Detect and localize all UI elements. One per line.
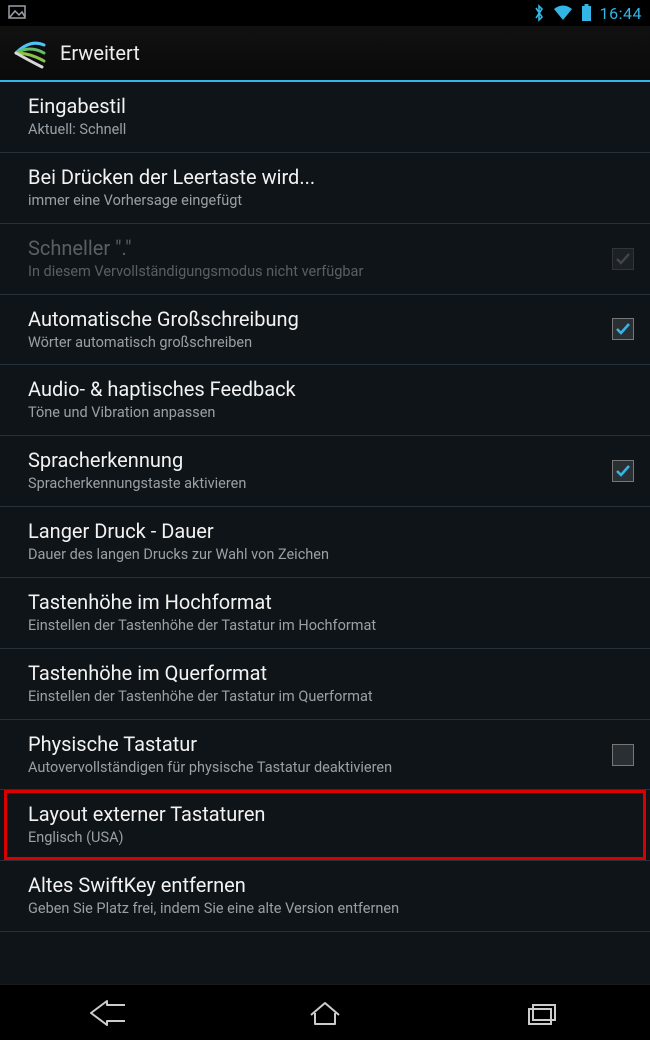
item-physische-tastatur[interactable]: Physische Tastatur Autovervollständigen … bbox=[0, 720, 650, 791]
gallery-notification-icon bbox=[8, 5, 26, 21]
item-title: Schneller "." bbox=[28, 236, 602, 261]
battery-icon bbox=[581, 4, 592, 22]
item-layout-externe-tastaturen[interactable]: Layout externer Tastaturen Englisch (USA… bbox=[0, 790, 650, 861]
item-title: Audio- & haptisches Feedback bbox=[28, 377, 634, 402]
page-title: Erweitert bbox=[60, 41, 140, 65]
item-subtitle: Englisch (USA) bbox=[28, 829, 634, 848]
settings-list: Eingabestil Aktuell: Schnell Bei Drücken… bbox=[0, 82, 650, 984]
item-title: Spracherkennung bbox=[28, 448, 602, 473]
item-subtitle: Aktuell: Schnell bbox=[28, 121, 634, 140]
checkbox-auto-gross[interactable] bbox=[612, 318, 634, 340]
item-spracherkennung[interactable]: Spracherkennung Spracherkennungstaste ak… bbox=[0, 436, 650, 507]
item-subtitle: Dauer des langen Drucks zur Wahl von Zei… bbox=[28, 546, 634, 565]
item-subtitle: In diesem Vervollständigungsmodus nicht … bbox=[28, 263, 602, 282]
nav-home-button[interactable] bbox=[285, 993, 365, 1033]
wifi-icon bbox=[553, 5, 573, 21]
item-altes-swiftkey[interactable]: Altes SwiftKey entfernen Geben Sie Platz… bbox=[0, 861, 650, 932]
item-title: Automatische Großschreibung bbox=[28, 307, 602, 332]
item-subtitle: Wörter automatisch großschreiben bbox=[28, 334, 602, 353]
item-subtitle: immer eine Vorhersage eingefügt bbox=[28, 192, 634, 211]
item-title: Altes SwiftKey entfernen bbox=[28, 873, 634, 898]
item-tastenhoehe-hoch[interactable]: Tastenhöhe im Hochformat Einstellen der … bbox=[0, 578, 650, 649]
navigation-bar bbox=[0, 984, 650, 1040]
item-auto-grossschreibung[interactable]: Automatische Großschreibung Wörter autom… bbox=[0, 295, 650, 366]
item-subtitle: Einstellen der Tastenhöhe der Tastatur i… bbox=[28, 688, 634, 707]
item-tastenhoehe-quer[interactable]: Tastenhöhe im Querformat Einstellen der … bbox=[0, 649, 650, 720]
checkbox-schneller-punkt bbox=[612, 248, 634, 270]
item-subtitle: Einstellen der Tastenhöhe der Tastatur i… bbox=[28, 617, 634, 636]
swiftkey-app-icon bbox=[12, 35, 48, 71]
status-clock: 16:44 bbox=[600, 4, 642, 23]
checkbox-physische-tastatur[interactable] bbox=[612, 744, 634, 766]
item-subtitle: Geben Sie Platz frei, indem Sie eine alt… bbox=[28, 900, 634, 919]
nav-back-button[interactable] bbox=[68, 993, 148, 1033]
nav-recent-button[interactable] bbox=[502, 993, 582, 1033]
action-bar: Erweitert bbox=[0, 26, 650, 82]
item-subtitle: Töne und Vibration anpassen bbox=[28, 404, 634, 423]
item-title: Eingabestil bbox=[28, 94, 634, 119]
item-subtitle: Autovervollständigen für physische Tasta… bbox=[28, 759, 602, 778]
item-title: Tastenhöhe im Hochformat bbox=[28, 590, 634, 615]
item-eingabestil[interactable]: Eingabestil Aktuell: Schnell bbox=[0, 82, 650, 153]
item-subtitle: Spracherkennungstaste aktivieren bbox=[28, 475, 602, 494]
item-title: Tastenhöhe im Querformat bbox=[28, 661, 634, 686]
item-title: Physische Tastatur bbox=[28, 732, 602, 757]
item-title: Langer Druck - Dauer bbox=[28, 519, 634, 544]
item-title: Bei Drücken der Leertaste wird... bbox=[28, 165, 634, 190]
item-leertaste[interactable]: Bei Drücken der Leertaste wird... immer … bbox=[0, 153, 650, 224]
item-schneller-punkt: Schneller "." In diesem Vervollständigun… bbox=[0, 224, 650, 295]
bluetooth-icon bbox=[533, 4, 545, 22]
item-title: Layout externer Tastaturen bbox=[28, 802, 634, 827]
status-bar: 16:44 bbox=[0, 0, 650, 26]
item-langer-druck[interactable]: Langer Druck - Dauer Dauer des langen Dr… bbox=[0, 507, 650, 578]
checkbox-spracherkennung[interactable] bbox=[612, 460, 634, 482]
item-audio-haptik[interactable]: Audio- & haptisches Feedback Töne und Vi… bbox=[0, 365, 650, 436]
